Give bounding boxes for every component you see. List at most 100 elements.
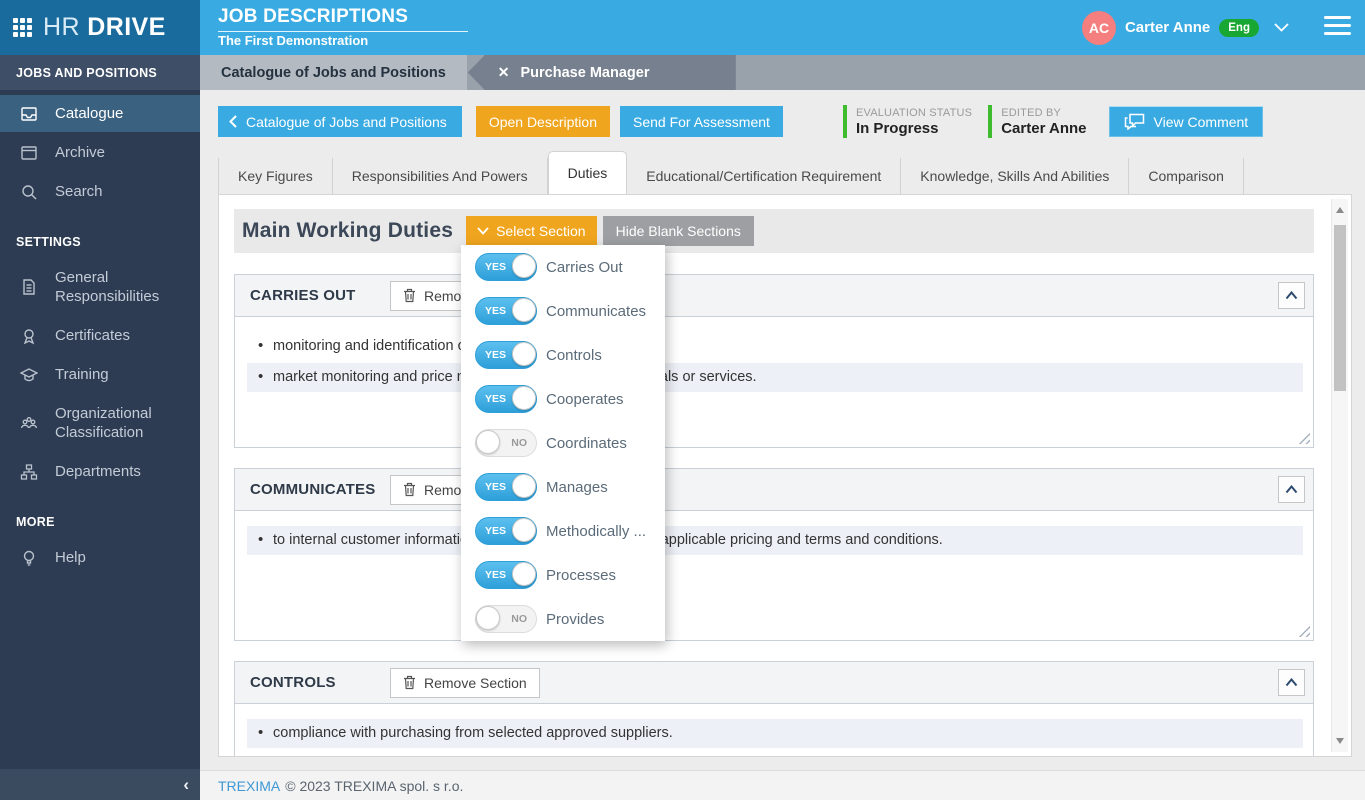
toggle-switch[interactable]: YES xyxy=(475,253,537,281)
sidebar-item-training[interactable]: Training xyxy=(0,356,200,393)
collapse-section-button[interactable] xyxy=(1278,282,1305,309)
toggle-switch[interactable]: NO xyxy=(475,605,537,633)
copyright-text: © 2023 TREXIMA spol. s r.o. xyxy=(285,778,463,794)
sidebar-item-help[interactable]: Help xyxy=(0,539,200,576)
language-badge[interactable]: Eng xyxy=(1219,19,1259,37)
logo-drive: DRIVE xyxy=(87,13,165,41)
sidebar-item-certificates[interactable]: Certificates xyxy=(0,317,200,354)
toggle-switch[interactable]: YES xyxy=(475,297,537,325)
section-body[interactable]: to internal customer information about t… xyxy=(235,511,1313,640)
section-body[interactable]: monitoring and identification of needs i… xyxy=(235,317,1313,447)
scrollbar-thumb[interactable] xyxy=(1334,225,1346,391)
trexima-link[interactable]: TREXIMA xyxy=(218,778,280,794)
sidebar-collapse-button[interactable]: ‹ xyxy=(0,769,200,800)
toggle-switch[interactable]: YES xyxy=(475,385,537,413)
vertical-scrollbar[interactable] xyxy=(1331,199,1348,752)
toggle-knob xyxy=(512,298,536,322)
sidebar-item-organizational-classification[interactable]: Organizational Classification xyxy=(0,395,200,451)
sidebar-item-label: Catalogue xyxy=(55,104,123,123)
tab-educational-certification-requirement[interactable]: Educational/Certification Requirement xyxy=(627,158,901,194)
chevron-down-icon xyxy=(477,227,489,235)
trash-icon xyxy=(403,482,416,497)
toggle-switch[interactable]: YES xyxy=(475,341,537,369)
tab-comparison[interactable]: Comparison xyxy=(1129,158,1243,194)
resize-grip[interactable] xyxy=(1298,432,1310,444)
tab-key-figures[interactable]: Key Figures xyxy=(218,158,333,194)
dropdown-item-label: Manages xyxy=(546,479,608,496)
section-body[interactable]: compliance with purchasing from selected… xyxy=(235,704,1313,756)
sidebar-item-general-responsibilities[interactable]: General Responsibilities xyxy=(0,259,200,315)
dropdown-item-label: Cooperates xyxy=(546,391,624,408)
toolbar: Catalogue of Jobs and Positions Open Des… xyxy=(218,106,1263,137)
toggle-knob xyxy=(512,254,536,278)
dropdown-item-label: Processes xyxy=(546,567,616,584)
sidebar-item-departments[interactable]: Departments xyxy=(0,453,200,490)
toggle-knob xyxy=(512,474,536,498)
collapse-section-button[interactable] xyxy=(1278,669,1305,696)
duty-item: compliance with purchasing from selected… xyxy=(247,719,1303,748)
duties-title: Main Working Duties xyxy=(242,219,453,243)
remove-section-label: Remove Section xyxy=(424,675,527,691)
org-chart-icon xyxy=(20,463,38,481)
dropdown-item-manages: YES Manages xyxy=(461,465,665,509)
toggle-state-label: YES xyxy=(485,393,506,405)
dropdown-item-cooperates: YES Cooperates xyxy=(461,377,665,421)
view-comment-button[interactable]: View Comment xyxy=(1109,106,1264,137)
chevron-down-icon[interactable] xyxy=(1274,23,1289,32)
trash-icon xyxy=(403,288,416,303)
open-description-button[interactable]: Open Description xyxy=(476,106,610,137)
chevron-left-icon xyxy=(229,115,237,128)
trash-icon xyxy=(403,675,416,690)
dropdown-item-processes: YES Processes xyxy=(461,553,665,597)
toggle-switch[interactable]: YES xyxy=(475,561,537,589)
send-for-assessment-button[interactable]: Send For Assessment xyxy=(620,106,783,137)
tab-responsibilities-and-powers[interactable]: Responsibilities And Powers xyxy=(333,158,548,194)
toggle-switch[interactable]: YES xyxy=(475,517,537,545)
toggle-knob xyxy=(476,606,500,630)
select-section-label: Select Section xyxy=(496,223,586,239)
resize-grip[interactable] xyxy=(1298,625,1310,637)
close-icon[interactable]: ✕ xyxy=(498,64,510,81)
app-logo[interactable]: HR DRIVE xyxy=(0,0,200,55)
scrollbar-up-arrow[interactable] xyxy=(1336,207,1344,213)
app-grid-icon[interactable] xyxy=(13,18,32,37)
select-section-button[interactable]: Select Section xyxy=(466,216,597,246)
certificate-icon xyxy=(20,327,38,345)
remove-section-button[interactable]: Remove Section xyxy=(390,668,540,698)
sidebar-item-label: Organizational Classification xyxy=(55,404,175,442)
collapse-section-button[interactable] xyxy=(1278,476,1305,503)
duty-item: to internal customer information about t… xyxy=(247,526,1303,555)
toggle-switch[interactable]: YES xyxy=(475,473,537,501)
evaluation-status: EVALUATION STATUS In Progress xyxy=(843,105,972,138)
toggle-state-label: YES xyxy=(485,481,506,493)
duty-item: market monitoring and price negotiation … xyxy=(247,363,1303,392)
logo-hr: HR xyxy=(43,13,80,41)
tab-duties[interactable]: Duties xyxy=(548,151,628,194)
sidebar-item-label: Help xyxy=(55,548,86,567)
tab-knowledge-skills-and-abilities[interactable]: Knowledge, Skills And Abilities xyxy=(901,158,1129,194)
collapse-left-icon: ‹ xyxy=(183,775,189,795)
evaluation-status-value: In Progress xyxy=(856,120,972,137)
workspace-tab-label: Catalogue of Jobs and Positions xyxy=(221,65,446,81)
chevron-up-icon xyxy=(1285,678,1298,687)
chevron-up-icon xyxy=(1285,291,1298,300)
toggle-state-label: YES xyxy=(485,349,506,361)
section-communicates: COMMUNICATES Remove Section to internal … xyxy=(234,468,1314,641)
toggle-state-label: YES xyxy=(485,305,506,317)
dropdown-item-coordinates: NO Coordinates xyxy=(461,421,665,465)
avatar[interactable]: AC xyxy=(1082,11,1116,45)
hide-blank-sections-button[interactable]: Hide Blank Sections xyxy=(603,216,754,246)
section-header: COMMUNICATES Remove Section xyxy=(235,469,1313,511)
hamburger-menu-icon[interactable] xyxy=(1324,16,1351,40)
workspace-tab-catalogue[interactable]: Catalogue of Jobs and Positions xyxy=(200,55,467,90)
scrollbar-down-arrow[interactable] xyxy=(1336,738,1344,744)
sidebar-item-search[interactable]: Search xyxy=(0,173,200,210)
toggle-switch[interactable]: NO xyxy=(475,429,537,457)
evaluation-status-label: EVALUATION STATUS xyxy=(856,107,972,119)
workspace-tab-purchase-manager[interactable]: ✕ Purchase Manager xyxy=(468,55,736,90)
dropdown-item-communicates: YES Communicates xyxy=(461,289,665,333)
back-to-catalogue-button[interactable]: Catalogue of Jobs and Positions xyxy=(218,106,462,137)
user-menu[interactable]: AC Carter Anne Eng xyxy=(1082,0,1289,55)
sidebar-item-archive[interactable]: Archive xyxy=(0,134,200,171)
sidebar-item-catalogue[interactable]: Catalogue xyxy=(0,95,200,132)
